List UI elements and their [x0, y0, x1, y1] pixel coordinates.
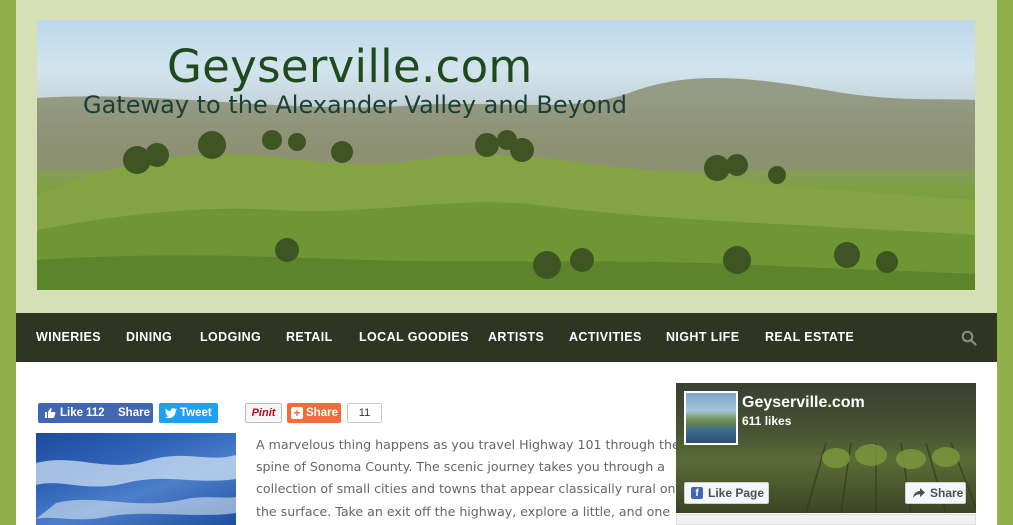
facebook-logo-icon: f [691, 487, 703, 499]
facebook-share-button[interactable]: Share [115, 403, 153, 423]
tweet-label: Tweet [180, 407, 212, 419]
search-icon[interactable] [961, 330, 977, 346]
main-navigation: WINERIES DINING LODGING RETAIL LOCAL GOO… [16, 313, 997, 362]
like-page-label: Like Page [708, 486, 765, 500]
nav-item-local-goodies[interactable]: LOCAL GOODIES [359, 313, 469, 362]
share-button[interactable]: + Share [287, 403, 341, 423]
tweet-button[interactable]: Tweet [159, 403, 218, 423]
share-count: 11 [347, 403, 382, 423]
article-line: collection of small cities and towns tha… [256, 481, 676, 497]
article-line: the surface. Take an exit off the highwa… [256, 503, 671, 519]
share-label: Share [306, 407, 338, 419]
plus-icon: + [291, 407, 303, 419]
nav-item-artists[interactable]: ARTISTS [488, 313, 544, 362]
article-image [36, 433, 236, 525]
facebook-widget-feed [676, 514, 976, 525]
article-excerpt: A marvelous thing happens as you travel … [256, 434, 680, 523]
widget-share-label: Share [930, 486, 964, 500]
facebook-like-label: Like [60, 407, 84, 419]
article-line: spine of Sonoma County. The scenic journ… [256, 459, 665, 475]
nav-item-dining[interactable]: DINING [126, 313, 172, 362]
facebook-page-widget[interactable]: Geyserville.com 611 likes f Like Page Sh… [676, 383, 976, 513]
facebook-page-name[interactable]: Geyserville.com [742, 394, 865, 412]
main-content: Like 112 Share Tweet Pinit + Share 11 A … [16, 362, 997, 525]
nav-item-lodging[interactable]: LODGING [200, 313, 261, 362]
site-tagline: Gateway to the Alexander Valley and Beyo… [83, 91, 627, 119]
facebook-like-count: 112 [86, 407, 105, 419]
article-line: A marvelous thing happens as you travel … [256, 437, 680, 452]
facebook-page-thumbnail[interactable] [684, 391, 738, 445]
facebook-widget-share-button[interactable]: Share [905, 482, 966, 504]
site-title[interactable]: Geyserville.com [167, 40, 533, 93]
twitter-bird-icon [165, 408, 177, 419]
nav-item-night-life[interactable]: NIGHT LIFE [666, 313, 739, 362]
nav-item-activities[interactable]: ACTIVITIES [569, 313, 642, 362]
facebook-page-likes: 611 likes [742, 414, 792, 428]
thumbs-up-icon [45, 408, 56, 418]
pinterest-pin-button[interactable]: Pinit [245, 403, 282, 423]
nav-item-wineries[interactable]: WINERIES [36, 313, 101, 362]
nav-item-real-estate[interactable]: REAL ESTATE [765, 313, 854, 362]
nav-item-retail[interactable]: RETAIL [286, 313, 333, 362]
facebook-like-page-button[interactable]: f Like Page [684, 482, 769, 504]
header-banner-image: Geyserville.com Gateway to the Alexander… [37, 20, 975, 290]
share-arrow-icon [913, 488, 925, 498]
